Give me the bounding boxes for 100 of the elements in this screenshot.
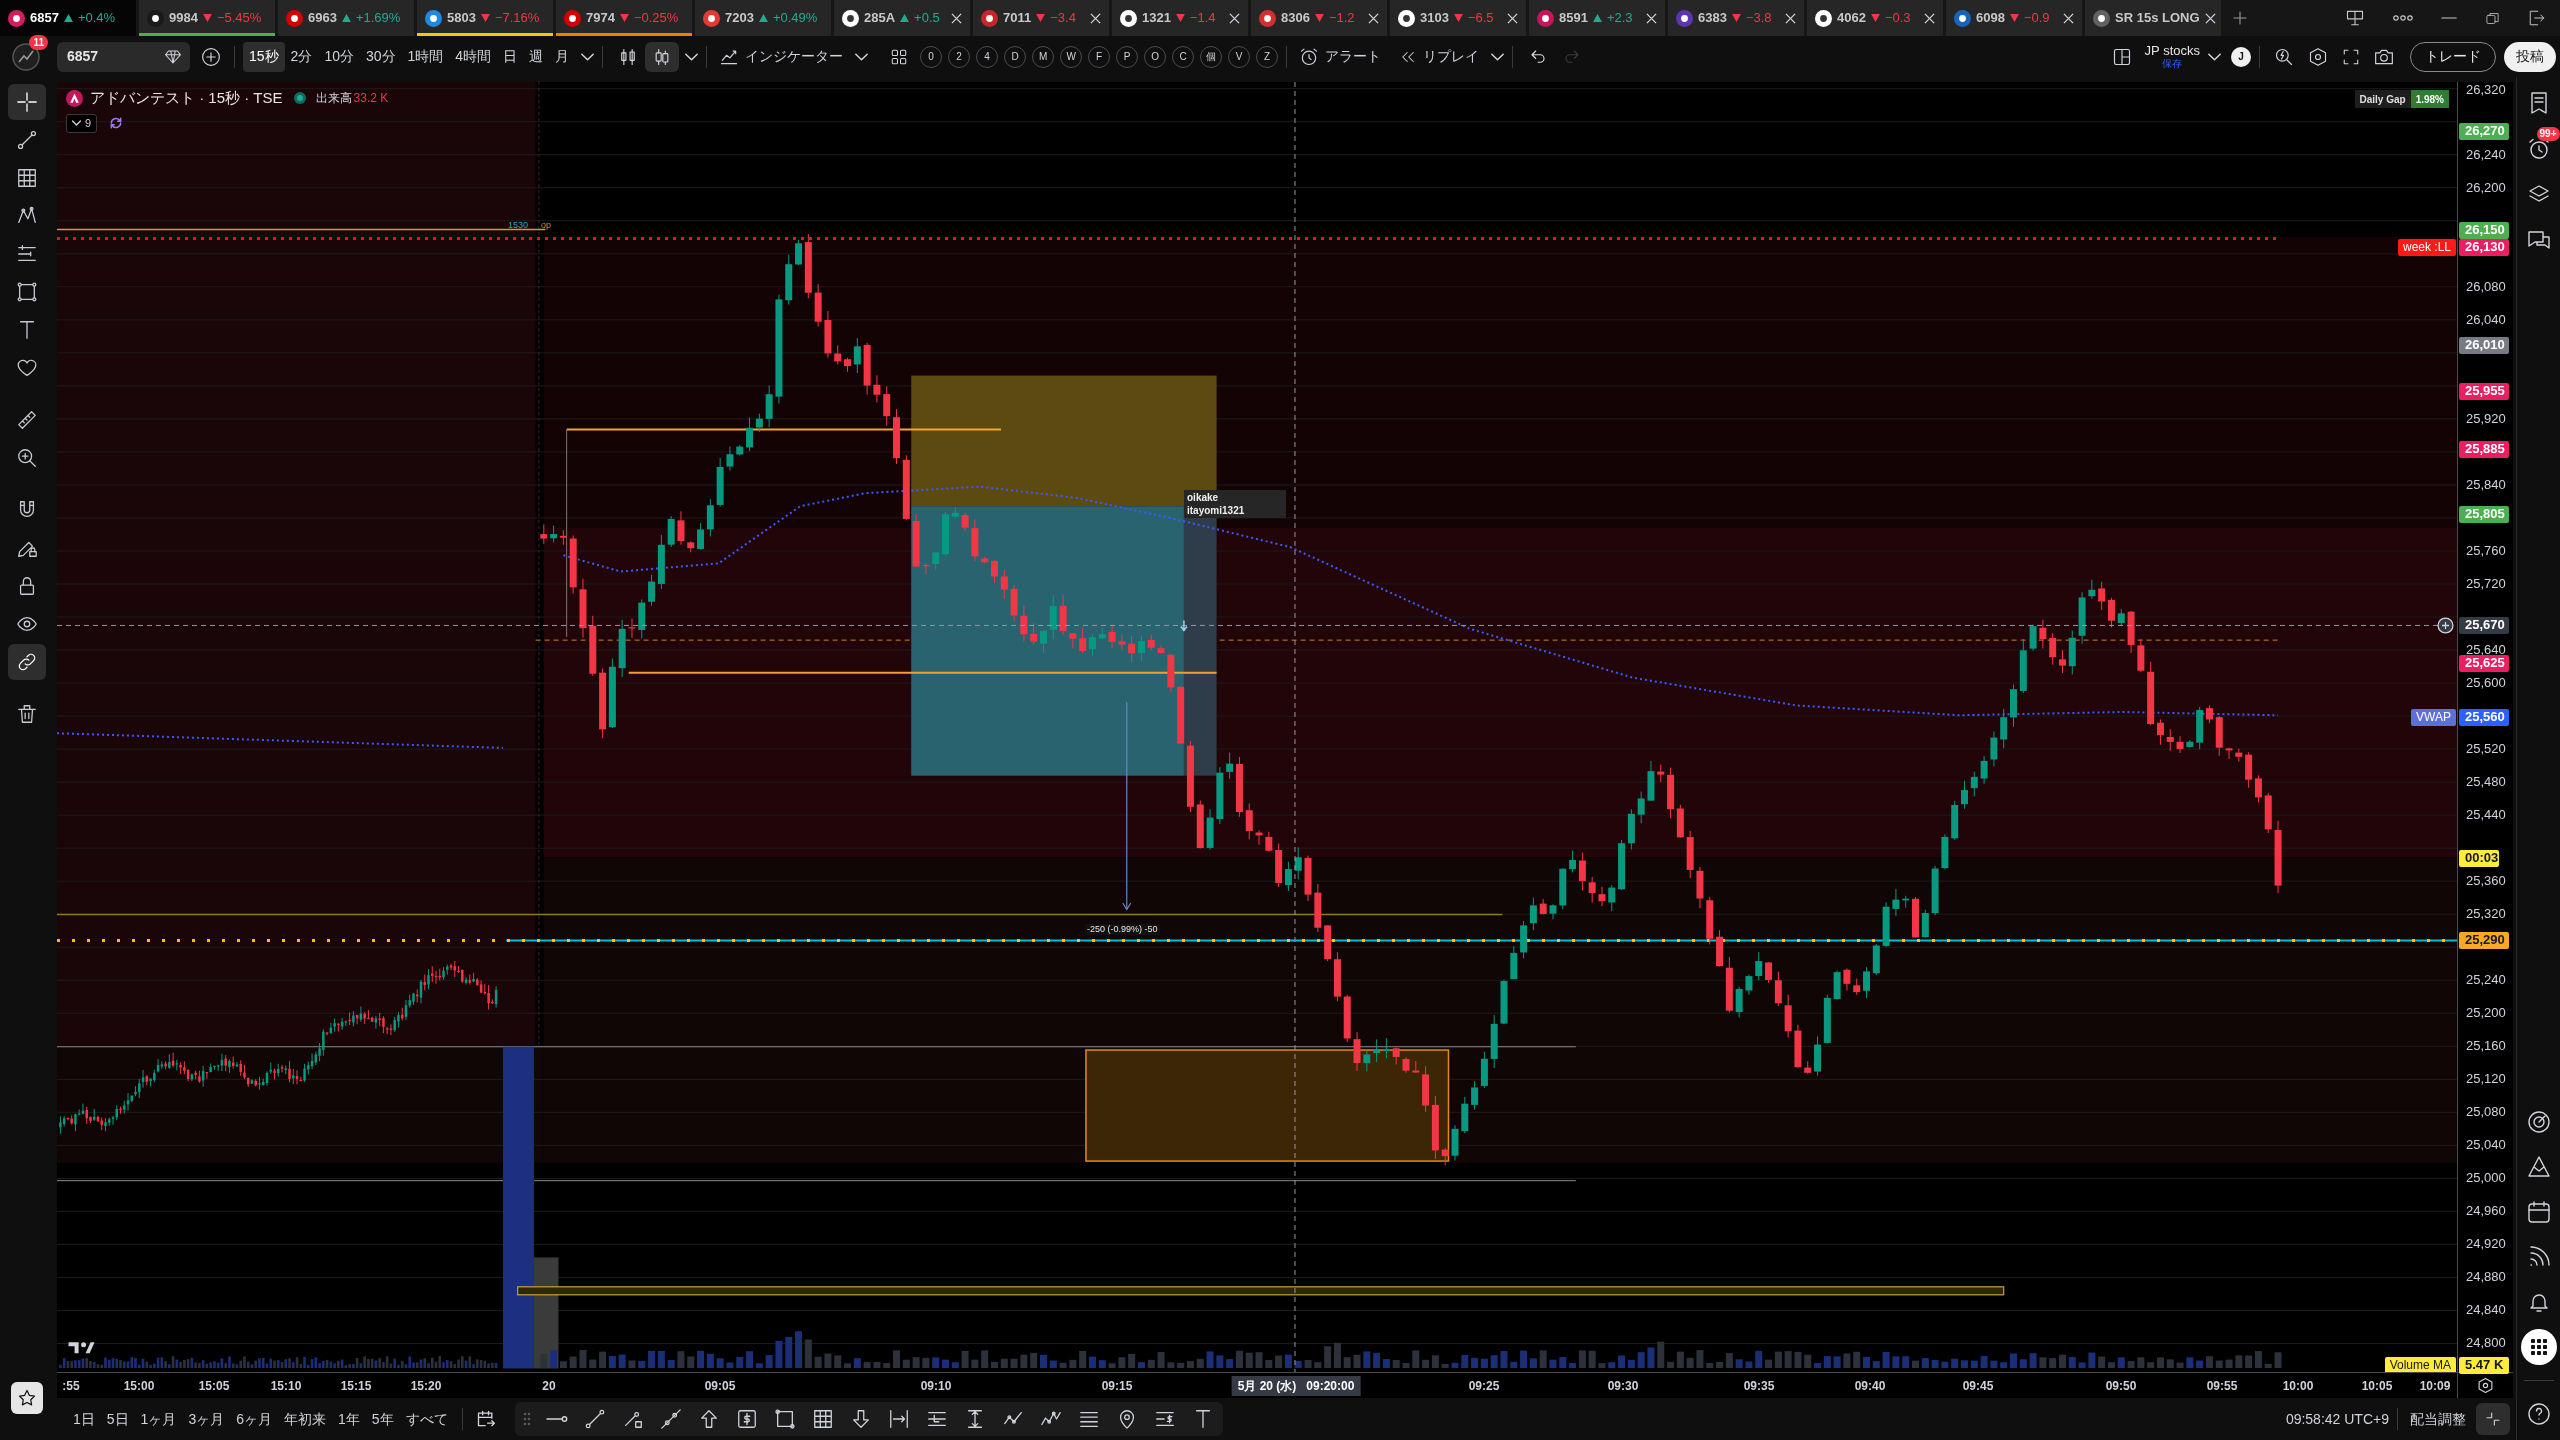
- interval-button[interactable]: 1時間: [401, 41, 450, 72]
- price-tick-label: 24,880: [2466, 1269, 2506, 1286]
- quick-search-icon[interactable]: [2274, 46, 2294, 67]
- symbol-tab[interactable]: 8306 −1.2: [1251, 0, 1387, 36]
- price-tick-label: 25,720: [2466, 576, 2506, 592]
- symbol-tab[interactable]: 4062 −0.3: [1807, 0, 1943, 36]
- symbol-tab[interactable]: 3103 −6.5: [1390, 0, 1526, 36]
- price-tick-label: 25,200: [2466, 1005, 2506, 1022]
- symbol-tab[interactable]: 7974 −0.25%: [556, 0, 692, 36]
- symbol-tab[interactable]: 6857 +0.4%: [0, 0, 136, 36]
- favorites-toggle-button[interactable]: [11, 1382, 43, 1414]
- symbol-tab[interactable]: 5803 −7.16%: [417, 0, 553, 36]
- interval-button[interactable]: 15秒: [243, 41, 285, 72]
- layout-selector[interactable]: JP stocks 保存: [2144, 44, 2221, 69]
- company-logo-icon: [2093, 9, 2110, 27]
- close-icon[interactable]: [1229, 12, 1240, 24]
- link-tool-button[interactable]: [8, 644, 46, 680]
- symbol-search-field[interactable]: 6857: [57, 41, 190, 72]
- pyramid-icon: [2526, 1155, 2551, 1179]
- range-button[interactable]: 5日: [100, 1404, 135, 1434]
- more-icon[interactable]: [2393, 15, 2413, 21]
- indicators-button[interactable]: インジケーター: [715, 41, 848, 72]
- price-tick-label: 25,520: [2466, 741, 2506, 758]
- link-icon: [16, 651, 38, 673]
- time-tick-label: 15:00: [122, 1378, 156, 1395]
- chart-type-button[interactable]: [645, 41, 680, 72]
- interval-button[interactable]: 日: [497, 41, 524, 72]
- interval-button[interactable]: 2分: [284, 41, 319, 72]
- interval-button[interactable]: 30分: [359, 41, 402, 72]
- close-icon[interactable]: [2063, 12, 2074, 24]
- interval-button[interactable]: 週: [523, 41, 550, 72]
- close-icon[interactable]: [951, 12, 962, 24]
- chevron-down-icon[interactable]: [581, 52, 595, 61]
- range-button[interactable]: 1ヶ月: [134, 1404, 183, 1434]
- price-tick-label: 25,120: [2466, 1071, 2506, 1088]
- symbol-tab[interactable]: 1321 −1.4: [1112, 0, 1248, 36]
- collapse-icon: [2485, 1411, 2501, 1427]
- price-tick-label: 24,920: [2466, 1236, 2506, 1253]
- alert-button[interactable]: アラート: [1295, 41, 1386, 72]
- collapse-panel-button[interactable]: [2476, 1403, 2510, 1435]
- time-tick-label: 09:30: [1606, 1378, 1640, 1395]
- user-initial-avatar[interactable]: J: [2231, 46, 2251, 67]
- symbol-tab[interactable]: 6963 +1.69%: [278, 0, 414, 36]
- symbol-tab[interactable]: 6098 −0.9: [1946, 0, 2082, 36]
- trend-line-icon: [583, 1408, 606, 1430]
- chevron-down-icon: [2208, 52, 2221, 61]
- exit-icon[interactable]: [2528, 9, 2546, 27]
- drag-handle-icon[interactable]: [522, 1412, 531, 1426]
- price-tick-label: 26,320: [2466, 82, 2506, 98]
- company-logo-icon: [981, 9, 998, 27]
- replay-button[interactable]: リプレイ: [1395, 41, 1484, 72]
- range-button[interactable]: 3ヶ月: [182, 1404, 231, 1434]
- symbol-tab[interactable]: 285A +0.5: [834, 0, 970, 36]
- crosshair-time-label: 5月 20 (水) 09:20:00: [1231, 1376, 1361, 1396]
- plus-circle-icon[interactable]: [2437, 616, 2454, 634]
- close-icon[interactable]: [1646, 12, 1657, 24]
- monitor-icon[interactable]: [2345, 8, 2365, 28]
- daily-gap-label: Daily Gap: [2354, 90, 2411, 108]
- time-tick-label: 10:09: [2418, 1378, 2452, 1395]
- range-button[interactable]: 6ヶ月: [230, 1404, 278, 1434]
- close-icon[interactable]: [1924, 12, 1935, 24]
- range-button[interactable]: 1年: [332, 1404, 366, 1434]
- symbol-tab[interactable]: 7011 −3.4: [973, 0, 1109, 36]
- settings-icon[interactable]: [2308, 46, 2328, 67]
- new-tab-icon[interactable]: [2232, 10, 2248, 26]
- interval-button[interactable]: 10分: [318, 41, 360, 72]
- chevron-down-icon[interactable]: [855, 52, 869, 61]
- chevron-down-icon[interactable]: [685, 52, 699, 61]
- close-icon[interactable]: [1368, 12, 1379, 24]
- countdown-badge: 00:03: [2459, 849, 2499, 867]
- crosshair-tool-button[interactable]: [8, 84, 46, 120]
- range-button[interactable]: 1日: [67, 1404, 101, 1434]
- interval-button[interactable]: 月: [549, 41, 576, 72]
- company-logo-icon: [1954, 9, 1971, 27]
- company-logo-icon: [1676, 9, 1693, 27]
- symbol-tab[interactable]: 8591 +2.3: [1529, 0, 1665, 36]
- symbol-tab[interactable]: 9984 −5.45%: [139, 0, 275, 36]
- interval-button[interactable]: 4時間: [449, 41, 498, 72]
- time-tick-label: 10:05: [2360, 1378, 2394, 1395]
- range-button[interactable]: すべて: [399, 1404, 454, 1434]
- publish-button[interactable]: 投稿: [2504, 41, 2556, 72]
- range-button[interactable]: 年初来: [278, 1404, 332, 1434]
- close-icon[interactable]: [1090, 12, 1101, 24]
- close-icon[interactable]: [1507, 12, 1518, 24]
- chevron-down-icon[interactable]: [1491, 52, 1505, 61]
- close-icon[interactable]: [1785, 12, 1796, 24]
- settings-icon[interactable]: [2477, 1377, 2494, 1394]
- restore-icon[interactable]: [2485, 10, 2500, 26]
- symbol-tab[interactable]: SR 15s LONG: [2085, 0, 2221, 36]
- range-button[interactable]: 5年: [365, 1404, 400, 1434]
- price-badge: 25,625: [2459, 654, 2509, 672]
- price-tick-label: 25,080: [2466, 1104, 2506, 1121]
- close-icon[interactable]: [2204, 12, 2216, 24]
- symbol-tab[interactable]: 6383 −3.8: [1668, 0, 1804, 36]
- fullscreen-icon[interactable]: [2342, 47, 2360, 66]
- sync-icon[interactable]: [109, 116, 124, 130]
- dividend-adjustment-button[interactable]: 配当調整: [2406, 1404, 2470, 1434]
- price-tick-label: 24,800: [2466, 1335, 2506, 1352]
- symbol-tab[interactable]: 7203 +0.49%: [695, 0, 831, 36]
- apps-button[interactable]: [2520, 1329, 2557, 1365]
